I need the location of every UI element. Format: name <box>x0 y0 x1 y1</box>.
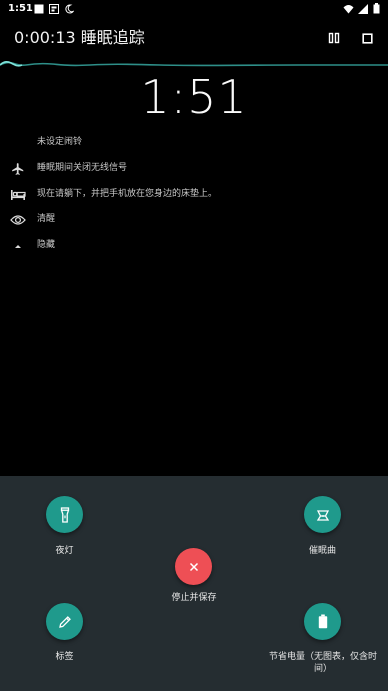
pencil-icon <box>58 615 72 629</box>
alarm-info-text: 未设定闹铃 <box>37 137 83 147</box>
toolbar-title: 0:00:13 睡眠追踪 <box>14 28 145 47</box>
status-time: 1:51 <box>8 3 33 14</box>
awake-text: 清醒 <box>37 214 56 224</box>
stop-button[interactable] <box>355 26 379 50</box>
flashlight-button[interactable] <box>46 496 83 533</box>
moon-icon <box>63 3 74 14</box>
airplane-icon <box>9 160 27 178</box>
lullaby-label: 催眠曲 <box>308 546 336 556</box>
sleep-graph <box>0 56 388 68</box>
lullaby-button[interactable] <box>304 496 341 533</box>
status-bar: 1:51 <box>0 0 388 18</box>
airplane-mode-row[interactable]: 睡眠期间关闭无线信号 <box>0 159 388 179</box>
sleep-tracking-screen: 1:51 0:00:13 睡眠追踪 1:51 未设定闹铃 睡眠期间关闭无线信号 … <box>0 0 388 691</box>
flashlight-label: 夜灯 <box>55 546 74 556</box>
battery-saver-label: 节省电量（无图表，仅含时间） <box>268 652 377 674</box>
awake-row[interactable]: 清醒 <box>0 210 388 230</box>
stop-and-save-label: 停止并保存 <box>171 593 217 603</box>
tag-button[interactable] <box>46 603 83 640</box>
bed-icon <box>9 186 27 204</box>
notification-icons <box>33 3 74 14</box>
system-icons <box>343 3 382 14</box>
tag-label: 标签 <box>55 652 74 662</box>
lullaby-icon <box>316 508 330 522</box>
hide-row[interactable]: 隐藏 <box>0 236 388 256</box>
eye-icon <box>9 211 27 229</box>
airplane-mode-text: 睡眠期间关闭无线信号 <box>37 163 128 173</box>
close-icon <box>189 562 199 572</box>
action-sheet: 夜灯 催眠曲 停止并保存 标签 节省电量（无图表，仅含时间） <box>0 476 388 691</box>
stop-icon <box>361 32 373 44</box>
pause-button[interactable] <box>322 26 346 50</box>
wifi-icon <box>343 3 354 14</box>
stop-and-save-button[interactable] <box>175 548 212 585</box>
battery-saver-button[interactable] <box>304 603 341 640</box>
caret-up-icon <box>9 237 27 255</box>
flashlight-icon <box>58 506 72 523</box>
hide-text: 隐藏 <box>37 240 56 250</box>
battery-saver-icon <box>318 614 328 629</box>
battery-icon <box>371 3 382 14</box>
alarm-info-row: 未设定闹铃 <box>0 133 388 153</box>
signal-icon <box>357 3 368 14</box>
pause-icon <box>328 32 340 44</box>
clock-display: 1:51 <box>140 70 248 124</box>
square-notification-icon <box>33 3 44 14</box>
bed-instruction-row: 现在请躺下，并把手机放在您身边的床垫上。 <box>0 185 388 205</box>
card-notification-icon <box>48 3 59 14</box>
bed-instruction-text: 现在请躺下，并把手机放在您身边的床垫上。 <box>37 189 218 199</box>
toolbar: 0:00:13 睡眠追踪 <box>0 22 388 54</box>
